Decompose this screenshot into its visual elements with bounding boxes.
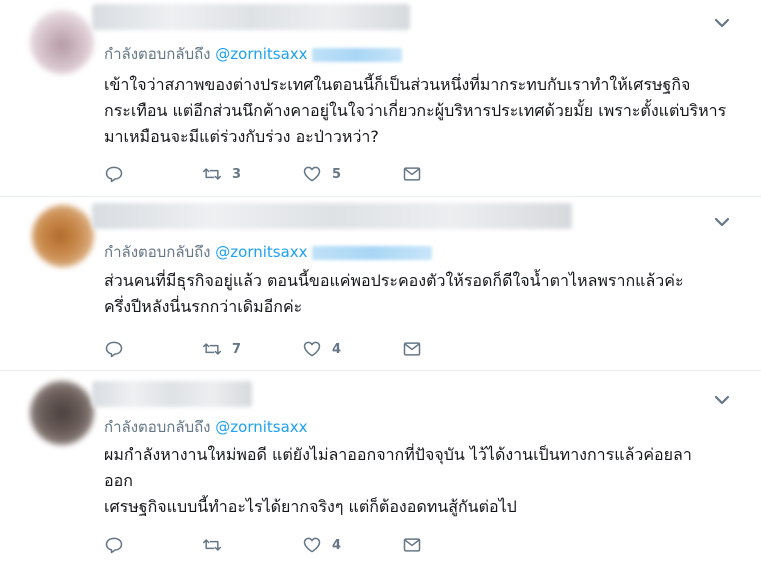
- replying-to: กำลังตอบกลับถึง @zornitsaxx: [104, 415, 308, 439]
- direct-message-button[interactable]: [402, 163, 422, 185]
- reply-icon: [105, 341, 123, 358]
- tweet-actions: 7 4: [104, 338, 422, 360]
- like-button[interactable]: 5: [302, 163, 402, 185]
- retweet-count: 7: [232, 341, 242, 357]
- retweet-icon: [202, 343, 222, 355]
- tweet-text-line: มาเหมือนจะมีแต่ร่วงกับร่วง อะป่าวหว่า?: [104, 127, 379, 146]
- tweet-text-line: เข้าใจว่าสภาพของต่างประเทศในตอนนี้ก็เป็น…: [104, 75, 691, 94]
- like-count: 5: [332, 166, 342, 182]
- blurred-user-name[interactable]: [92, 381, 252, 407]
- tweet-text-line: ออก: [104, 471, 133, 490]
- mention-link[interactable]: @zornitsaxx: [215, 243, 307, 261]
- tweet-actions: 4: [104, 534, 422, 556]
- replying-prefix: กำลังตอบกลับถึง: [104, 45, 211, 63]
- retweet-icon: [202, 539, 222, 551]
- like-button[interactable]: 4: [302, 534, 402, 556]
- reply-icon: [105, 537, 123, 554]
- avatar[interactable]: [32, 205, 94, 267]
- heart-icon: [303, 166, 321, 182]
- replying-prefix: กำลังตอบกลับถึง: [104, 418, 211, 436]
- reply-button[interactable]: [104, 163, 202, 185]
- reply-button[interactable]: [104, 534, 202, 556]
- retweet-icon: [202, 168, 222, 180]
- chevron-down-icon[interactable]: [713, 393, 731, 407]
- like-button[interactable]: 4: [302, 338, 402, 360]
- avatar[interactable]: [30, 10, 94, 74]
- tweet-text-line: กระเทือน แต่อีกส่วนนึกค้างคาอยู่ในใจว่าเ…: [104, 101, 727, 120]
- mention-link[interactable]: @zornitsaxx: [215, 45, 307, 63]
- tweet-reply[interactable]: กำลังตอบกลับถึง @zornitsaxx ผมกำลังหางาน…: [0, 371, 761, 563]
- heart-icon: [303, 537, 321, 553]
- retweet-button[interactable]: 3: [202, 163, 302, 185]
- reply-icon: [105, 166, 123, 183]
- blurred-user-name[interactable]: [92, 203, 572, 229]
- chevron-down-icon[interactable]: [713, 16, 731, 30]
- replying-to: กำลังตอบกลับถึง @zornitsaxx: [104, 42, 402, 66]
- tweet-text: ผมกำลังหางานใหม่พอดี แต่ยังไม่ลาออกจากที…: [104, 442, 734, 520]
- direct-message-button[interactable]: [402, 338, 422, 360]
- retweet-button[interactable]: [202, 534, 302, 556]
- tweet-actions: 3 5: [104, 163, 422, 185]
- reply-button[interactable]: [104, 338, 202, 360]
- like-count: 4: [332, 537, 342, 553]
- mention-link[interactable]: @zornitsaxx: [215, 418, 307, 436]
- tweet-text-line: ส่วนคนที่มีธุรกิจอยู่แล้ว ตอนนี้ขอแค่พอป…: [104, 271, 684, 290]
- direct-message-button[interactable]: [402, 534, 422, 556]
- tweet-text-line: เศรษฐกิจแบบนี้ทำอะไรได้ยากจริงๆ แต่ก็ต้อ…: [104, 497, 517, 516]
- replying-to: กำลังตอบกลับถึง @zornitsaxx: [104, 240, 432, 264]
- blurred-user-name[interactable]: [92, 4, 410, 30]
- tweet-reply[interactable]: กำลังตอบกลับถึง @zornitsaxx เข้าใจว่าสภา…: [0, 0, 761, 196]
- heart-icon: [303, 341, 321, 357]
- tweet-reply[interactable]: กำลังตอบกลับถึง @zornitsaxx ส่วนคนที่มีธ…: [0, 197, 761, 370]
- tweet-text: ส่วนคนที่มีธุรกิจอยู่แล้ว ตอนนี้ขอแค่พอป…: [104, 268, 734, 320]
- envelope-icon: [403, 342, 421, 356]
- tweet-text-line: ผมกำลังหางานใหม่พอดี แต่ยังไม่ลาออกจากที…: [104, 445, 692, 464]
- like-count: 4: [332, 341, 342, 357]
- tweet-text-line: ครึ่งปีหลังนี่นรกกว่าเดิมอีกค่ะ: [104, 297, 303, 316]
- avatar[interactable]: [30, 381, 94, 445]
- chevron-down-icon[interactable]: [713, 215, 731, 229]
- retweet-count: 3: [232, 166, 242, 182]
- blurred-mention[interactable]: [311, 245, 432, 260]
- retweet-button[interactable]: 7: [202, 338, 302, 360]
- envelope-icon: [403, 167, 421, 181]
- blurred-mention[interactable]: [311, 47, 402, 62]
- replying-prefix: กำลังตอบกลับถึง: [104, 243, 211, 261]
- tweet-text: เข้าใจว่าสภาพของต่างประเทศในตอนนี้ก็เป็น…: [104, 72, 734, 150]
- envelope-icon: [403, 538, 421, 552]
